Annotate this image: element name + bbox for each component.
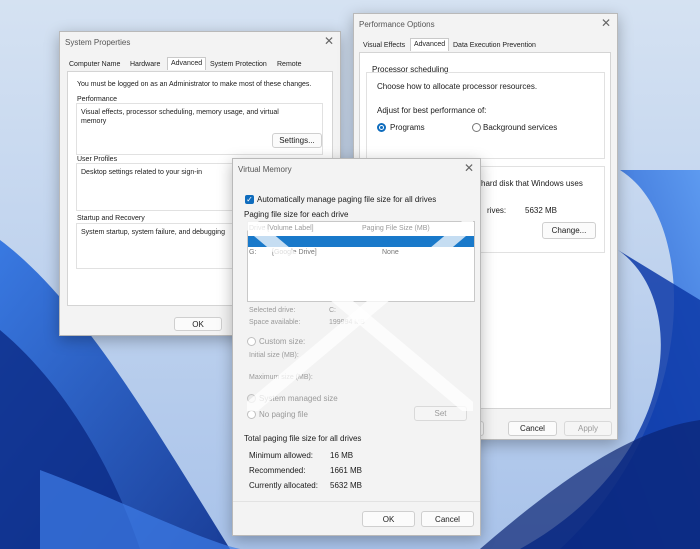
performance-settings-button[interactable]: Settings... bbox=[272, 133, 322, 148]
virtual-memory-titlebar: Virtual Memory ✕ bbox=[233, 159, 480, 181]
close-icon[interactable]: ✕ bbox=[601, 17, 611, 29]
admin-notice: You must be logged on as an Administrato… bbox=[77, 81, 312, 88]
auto-manage-checkbox[interactable]: ✓ bbox=[245, 195, 254, 204]
performance-group: Visual effects, processor scheduling, me… bbox=[76, 103, 323, 155]
change-virtual-memory-button[interactable]: Change... bbox=[542, 222, 596, 239]
tab-remote[interactable]: Remote bbox=[277, 61, 302, 68]
paging-section-label: Paging file size for each drive bbox=[244, 210, 349, 219]
programs-radio[interactable] bbox=[377, 123, 386, 132]
no-paging-radio[interactable] bbox=[247, 410, 256, 419]
performance-description: Visual effects, processor scheduling, me… bbox=[81, 109, 279, 116]
performance-options-titlebar: Performance Options ✕ bbox=[354, 14, 617, 36]
background-services-label[interactable]: Background services bbox=[483, 123, 557, 132]
user-profiles-description: Desktop settings related to your sign-in bbox=[81, 169, 203, 176]
all-drives-value: 5632 MB bbox=[525, 206, 558, 215]
cancel-button[interactable]: Cancel bbox=[508, 421, 557, 436]
performance-description-cont: memory bbox=[81, 118, 107, 125]
tab-computer-name[interactable]: Computer Name bbox=[69, 61, 120, 68]
startup-recovery-description: System startup, system failure, and debu… bbox=[81, 229, 225, 236]
cancel-button[interactable]: Cancel bbox=[421, 511, 474, 527]
system-properties-titlebar: System Properties ✕ bbox=[60, 32, 340, 54]
processor-scheduling-group: Choose how to allocate processor resourc… bbox=[366, 72, 605, 159]
minimum-allowed-value: 16 MB bbox=[330, 451, 354, 460]
no-paging-label[interactable]: No paging file bbox=[259, 410, 308, 419]
performance-heading: Performance bbox=[77, 96, 118, 103]
ok-button[interactable]: OK bbox=[174, 317, 222, 331]
window-title: Virtual Memory bbox=[238, 165, 292, 174]
close-icon[interactable]: ✕ bbox=[324, 35, 334, 47]
watermark-cross bbox=[247, 221, 473, 411]
programs-label[interactable]: Programs bbox=[390, 123, 425, 132]
ok-button[interactable]: OK bbox=[362, 511, 415, 527]
recommended-label: Recommended: bbox=[249, 466, 306, 475]
currently-allocated-value: 5632 MB bbox=[330, 481, 363, 490]
all-drives-label: rives: bbox=[487, 206, 507, 215]
tab-advanced[interactable]: Advanced bbox=[410, 38, 450, 51]
close-icon[interactable]: ✕ bbox=[464, 162, 474, 174]
tab-visual-effects[interactable]: Visual Effects bbox=[363, 42, 405, 49]
apply-button[interactable]: Apply bbox=[564, 421, 612, 436]
startup-recovery-heading: Startup and Recovery bbox=[77, 215, 145, 222]
adjust-for-label: Adjust for best performance of: bbox=[377, 106, 487, 115]
window-title: System Properties bbox=[65, 38, 131, 47]
window-title: Performance Options bbox=[359, 20, 435, 29]
background-services-radio[interactable] bbox=[472, 123, 481, 132]
tab-advanced[interactable]: Advanced bbox=[167, 57, 207, 70]
user-profiles-heading: User Profiles bbox=[77, 156, 118, 163]
tab-system-protection[interactable]: System Protection bbox=[210, 61, 267, 68]
total-paging-heading: Total paging file size for all drives bbox=[244, 434, 362, 443]
virtual-memory-description: hard disk that Windows uses bbox=[481, 179, 583, 188]
processor-scheduling-description: Choose how to allocate processor resourc… bbox=[377, 82, 538, 91]
tab-data-execution-prevention[interactable]: Data Execution Prevention bbox=[453, 42, 536, 49]
virtual-memory-window: Virtual Memory ✕ ✓ Automatically manage … bbox=[232, 158, 481, 536]
auto-manage-label[interactable]: Automatically manage paging file size fo… bbox=[257, 195, 436, 204]
recommended-value: 1661 MB bbox=[330, 466, 363, 475]
currently-allocated-label: Currently allocated: bbox=[249, 481, 318, 490]
dialog-button-bar: OK Cancel bbox=[233, 501, 480, 535]
minimum-allowed-label: Minimum allowed: bbox=[249, 451, 314, 460]
tab-hardware[interactable]: Hardware bbox=[130, 61, 160, 68]
